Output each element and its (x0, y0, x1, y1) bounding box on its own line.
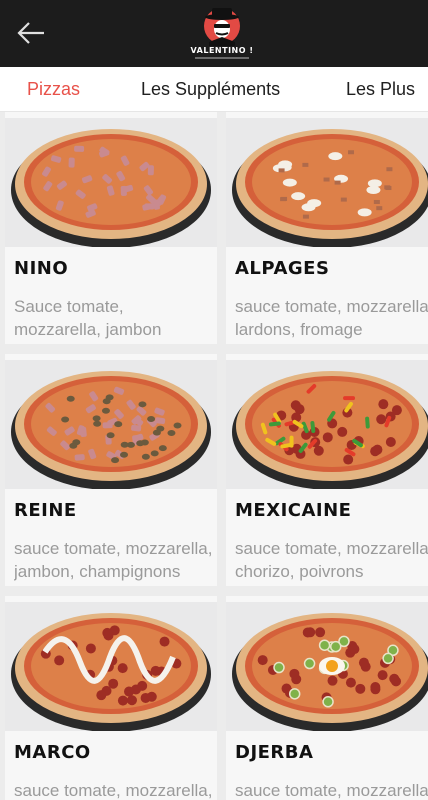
tab-supplements[interactable]: Les Suppléments (141, 79, 280, 100)
pizza-card-reine[interactable]: REINE sauce tomate, mozzarella, jambon, … (5, 354, 217, 586)
pizza-card-nino[interactable]: NINO Sauce tomate, mozzarella, jambon (5, 112, 217, 344)
pizza-image-icon (226, 118, 428, 247)
brand-logo: VALENTINO ! (189, 4, 255, 62)
pizza-description: sauce tomate, mozzarella, jambon, champi… (14, 539, 213, 581)
pizza-card-mexicaine[interactable]: MEXICAINE sauce tomate, mozzarella, chor… (226, 354, 428, 586)
pizza-photo (226, 602, 428, 731)
pizza-image-icon (226, 602, 428, 731)
category-tabs: Pizzas Les Suppléments Les Plus (0, 67, 428, 112)
pizza-photo (5, 602, 217, 731)
pizza-photo (226, 360, 428, 489)
pizza-name: ALPAGES (235, 258, 330, 279)
pizza-name: MARCO (14, 742, 91, 763)
brand-tagline-line (195, 57, 249, 59)
pizza-name: NINO (14, 258, 69, 279)
pizza-image-icon (226, 360, 428, 489)
back-button[interactable] (14, 17, 48, 49)
pizza-image-icon (5, 602, 217, 731)
gangster-mascot-logo-icon (204, 8, 240, 46)
pizza-image-icon (5, 360, 217, 489)
arrow-left-icon (17, 22, 44, 44)
pizza-card-alpages[interactable]: ALPAGES sauce tomate, mozzarella, lardon… (226, 112, 428, 344)
pizza-image-icon (5, 118, 217, 247)
pizza-description: sauce tomate, mozzarella, chorizo, poivr… (235, 539, 428, 581)
tab-les-plus[interactable]: Les Plus (346, 79, 415, 100)
pizza-name: MEXICAINE (235, 500, 352, 521)
tab-pizzas[interactable]: Pizzas (27, 79, 80, 100)
brand-name: VALENTINO ! (190, 46, 254, 55)
pizza-description: sauce tomate, mozzarella, lardons, froma… (235, 297, 428, 339)
pizza-description: sauce tomate, mozzarella, merguez, oeuf (235, 781, 428, 800)
pizza-card-djerba[interactable]: DJERBA sauce tomate, mozzarella, merguez… (226, 596, 428, 800)
pizza-photo (226, 118, 428, 247)
pizza-name: DJERBA (235, 742, 314, 763)
pizza-photo (5, 118, 217, 247)
pizza-description: sauce tomate, mozzarella, chorizo, crème (14, 781, 213, 800)
pizza-card-marco[interactable]: MARCO sauce tomate, mozzarella, chorizo,… (5, 596, 217, 800)
pizza-photo (5, 360, 217, 489)
pizza-name: REINE (14, 500, 77, 521)
pizza-grid: NINO Sauce tomate, mozzarella, jambon AL… (0, 112, 428, 800)
pizza-description: Sauce tomate, mozzarella, jambon (14, 297, 162, 339)
app-header: VALENTINO ! (0, 0, 428, 67)
